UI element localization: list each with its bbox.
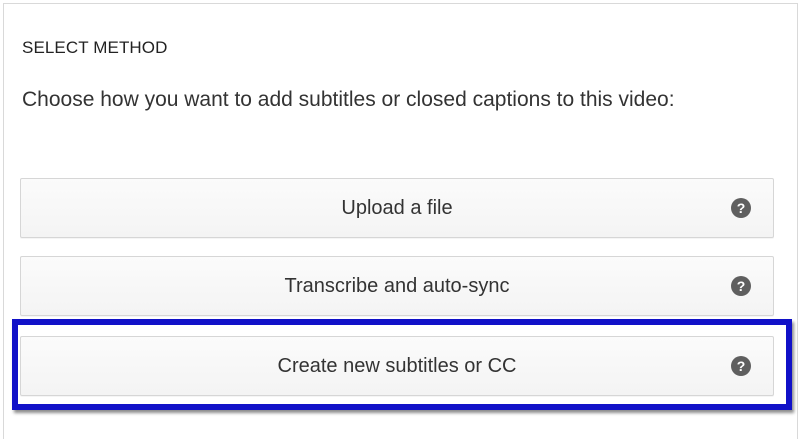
section-heading: SELECT METHOD: [22, 38, 168, 57]
question-circle-icon[interactable]: ?: [731, 276, 751, 296]
transcribe-auto-sync-button[interactable]: Transcribe and auto-sync ?: [20, 256, 774, 316]
upload-file-label: Upload a file: [341, 196, 453, 219]
create-new-subtitles-label: Create new subtitles or CC: [277, 354, 517, 377]
transcribe-auto-sync-label: Transcribe and auto-sync: [284, 274, 510, 297]
upload-file-button[interactable]: Upload a file ?: [20, 178, 774, 238]
question-circle-icon[interactable]: ?: [731, 198, 751, 218]
create-new-subtitles-button[interactable]: Create new subtitles or CC ?: [20, 336, 774, 396]
section-description: Choose how you want to add subtitles or …: [22, 88, 675, 111]
question-circle-icon[interactable]: ?: [731, 356, 751, 376]
